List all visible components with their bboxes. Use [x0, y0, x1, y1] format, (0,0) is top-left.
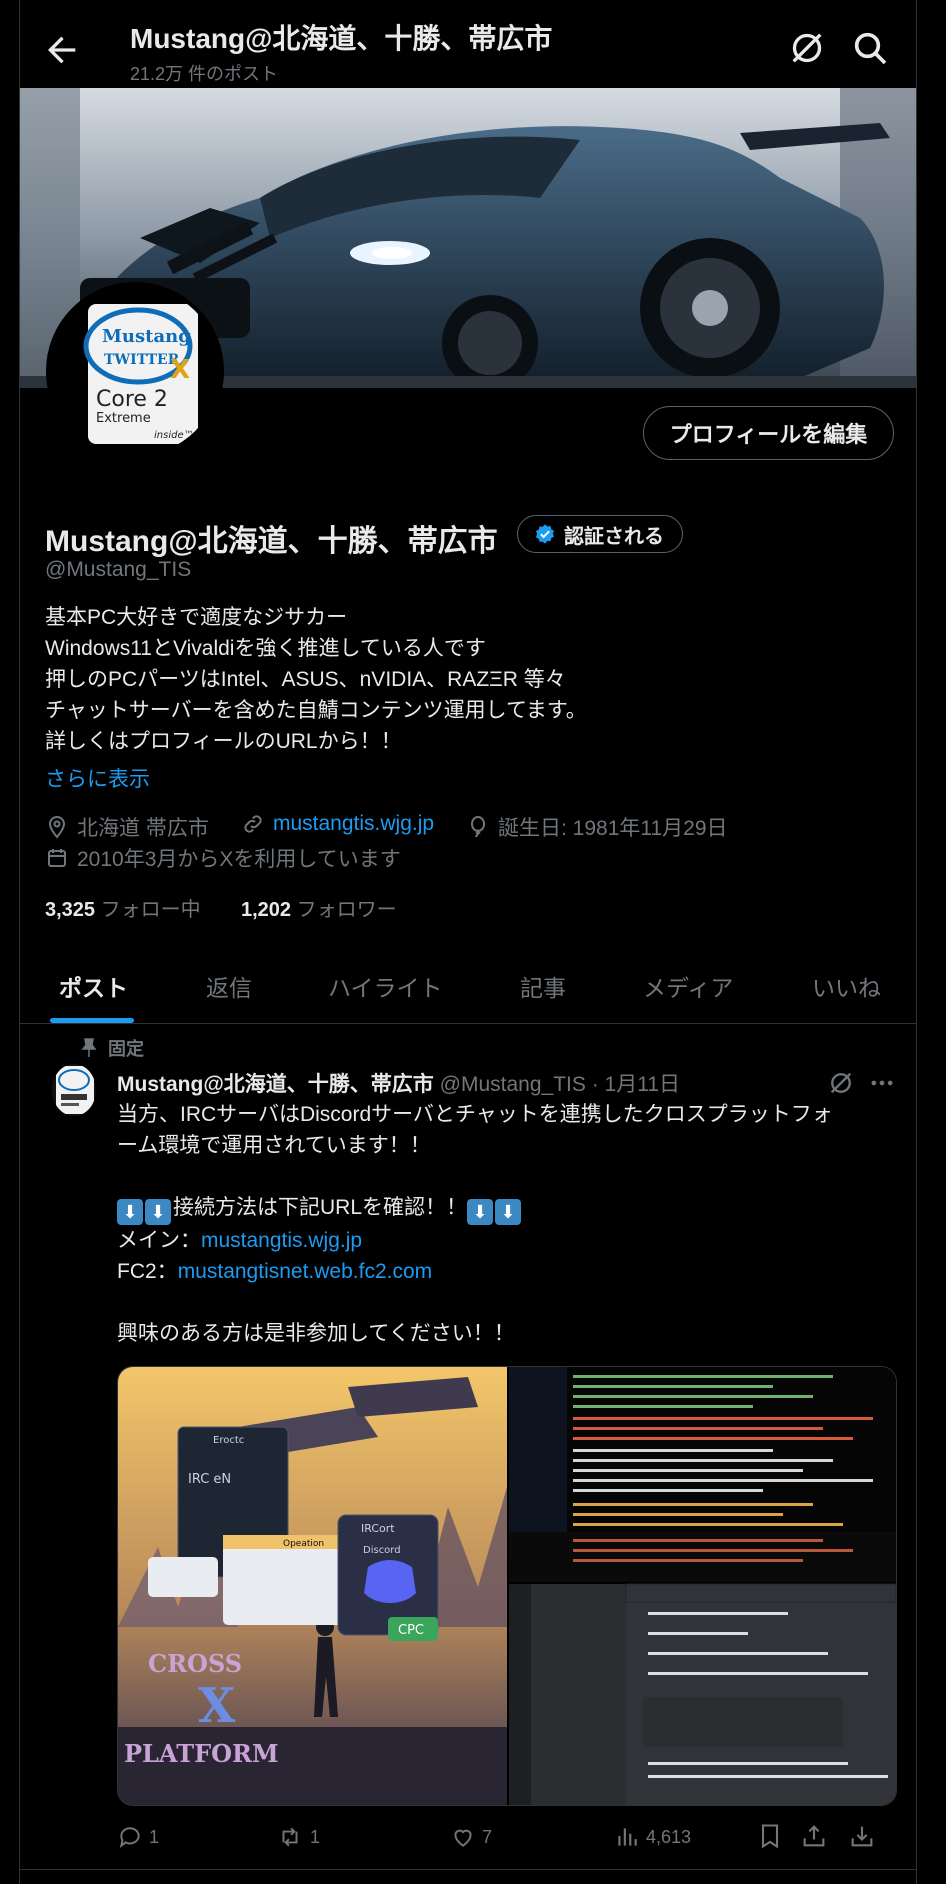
profile-website: mustangtis.wjg.jp [241, 812, 434, 836]
post-author-name[interactable]: Mustang@北海道、十勝、帯広市 [117, 1073, 434, 1096]
like-count: 7 [482, 1826, 493, 1847]
fc2-url-link[interactable]: mustangtisnet.web.fc2.com [178, 1260, 432, 1283]
share-icon[interactable] [800, 1822, 828, 1850]
post-media[interactable]: Eroctc IRC eN Opeation IRCort Discord CP… [117, 1366, 897, 1806]
profile-birthday: 誕生日: 1981年11月29日 [466, 812, 728, 842]
post-author-avatar[interactable] [52, 1064, 96, 1116]
svg-text:inside™: inside™ [154, 430, 194, 441]
views-count: 4,613 [646, 1826, 692, 1847]
down-arrow-emoji-icon: ⬇ [495, 1199, 522, 1225]
verified-badge-button[interactable]: 認証される [517, 515, 683, 553]
search-icon[interactable] [850, 28, 890, 68]
post-author-line: Mustang@北海道、十勝、帯広市 @Mustang_TIS · 1月11日 [117, 1068, 680, 1098]
down-arrow-emoji-icon: ⬇ [467, 1199, 494, 1225]
link-icon [244, 815, 262, 833]
post-avatar-logo-image [56, 1066, 94, 1114]
repost-count: 1 [310, 1826, 321, 1847]
grok-explain-icon[interactable] [827, 1069, 855, 1097]
following-link[interactable]: 3,325 フォロー中 [45, 893, 201, 922]
calendar-icon [48, 849, 66, 867]
followers-count: 1,202 [241, 899, 292, 921]
svg-text:Discord: Discord [363, 1545, 401, 1556]
following-label: フォロー中 [100, 899, 201, 921]
verified-label: 認証される [564, 525, 664, 548]
main-url-link[interactable]: mustangtis.wjg.jp [201, 1229, 362, 1252]
svg-text:X: X [198, 1678, 236, 1734]
bio-line: 押しのPCパーツはIntel、ASUS、nVIDIA、RAZΞR 等々 [45, 668, 566, 691]
post-divider [20, 1869, 916, 1870]
tab-articles[interactable]: 記事 [520, 969, 566, 1003]
svg-text:CROSS: CROSS [148, 1649, 242, 1678]
website-link[interactable]: mustangtis.wjg.jp [273, 812, 434, 836]
tab-replies[interactable]: 返信 [206, 969, 252, 1003]
profile-tabs: ポスト 返信 ハイライト 記事 メディア いいね [20, 955, 916, 1024]
tab-media[interactable]: メディア [643, 969, 733, 1003]
pin-icon [81, 1038, 97, 1057]
pinned-indicator: 固定 [80, 1035, 144, 1061]
bookmark-icon[interactable] [756, 1822, 784, 1850]
profile-avatar[interactable]: Mustang TWITTER X Core 2 Extreme inside™ [46, 282, 224, 460]
reply-icon [119, 1827, 140, 1848]
more-options-icon[interactable] [868, 1069, 896, 1097]
bio-line: 詳しくはプロフィールのURLから！！ [45, 730, 402, 753]
svg-text:Core 2: Core 2 [96, 387, 168, 412]
following-count: 3,325 [45, 899, 96, 921]
grok-icon[interactable] [787, 28, 827, 68]
reply-button[interactable]: 1 [117, 1824, 159, 1850]
profile-location: 北海道 帯広市 [45, 812, 209, 842]
download-icon[interactable] [848, 1822, 876, 1850]
svg-text:Mustang: Mustang [102, 326, 191, 347]
intel-core2-logo-image: Mustang TWITTER X Core 2 Extreme inside™ [50, 286, 220, 456]
profile-joined: 2010年3月からXを利用しています [45, 843, 401, 873]
analytics-icon [618, 1828, 637, 1846]
location-pin-icon [48, 815, 66, 839]
post-text: 当方、IRCサーバはDiscordサーバとチャットを連携したクロスプラットフォ … [117, 1099, 907, 1349]
show-more-link[interactable]: さらに表示 [45, 763, 150, 793]
top-header: Mustang@北海道、十勝、帯広市 21.2万 件のポスト [20, 0, 916, 88]
profile-name: Mustang@北海道、十勝、帯広市 [45, 525, 498, 558]
profile-bio: 基本PC大好きで適度なジサカー Windows11とVivaldiを強く推進して… [45, 602, 587, 757]
like-button[interactable]: 7 [450, 1824, 492, 1850]
post-media-image: Eroctc IRC eN Opeation IRCort Discord CP… [118, 1367, 896, 1805]
edit-profile-button[interactable]: プロフィールを編集 [643, 406, 894, 460]
post-connect-line: ⬇ ⬇ 接続方法は下記URLを確認！！ ⬇ ⬇ [117, 1192, 907, 1225]
svg-text:IRCort: IRCort [361, 1522, 395, 1535]
repost-button[interactable]: 1 [276, 1824, 320, 1850]
repost-icon [282, 1827, 298, 1847]
main-column: Mustang@北海道、十勝、帯広市 21.2万 件のポスト Mustang T… [19, 0, 917, 1884]
svg-text:Eroctc: Eroctc [213, 1435, 244, 1446]
post-count: 21.2万 件のポスト [130, 64, 279, 84]
bio-line: Windows11とVivaldiを強く推進している人です [45, 637, 486, 660]
followers-link[interactable]: 1,202 フォロワー [241, 893, 397, 922]
svg-text:CPC: CPC [398, 1623, 424, 1638]
balloon-icon [471, 816, 485, 838]
down-arrow-emoji-icon: ⬇ [117, 1199, 143, 1225]
active-tab-indicator [50, 1018, 134, 1023]
profile-handle: @Mustang_TIS [45, 558, 192, 581]
tab-likes[interactable]: いいね [812, 969, 881, 1003]
tab-highlights[interactable]: ハイライト [328, 969, 443, 1003]
heart-icon [454, 1829, 472, 1847]
svg-text:Extreme: Extreme [96, 411, 151, 426]
bio-line: 基本PC大好きで適度なジサカー [45, 606, 348, 629]
svg-text:Opeation: Opeation [283, 1539, 324, 1549]
down-arrow-emoji-icon: ⬇ [145, 1199, 171, 1225]
verified-check-icon [536, 524, 554, 544]
header-title: Mustang@北海道、十勝、帯広市 [130, 23, 553, 54]
followers-label: フォロワー [296, 899, 397, 921]
tab-posts[interactable]: ポスト [59, 969, 128, 1003]
svg-text:X: X [170, 355, 190, 385]
views-button[interactable]: 4,613 [614, 1824, 691, 1850]
svg-text:PLATFORM: PLATFORM [124, 1739, 279, 1768]
post-author-handle-date[interactable]: @Mustang_TIS · 1月11日 [440, 1073, 680, 1096]
reply-count: 1 [149, 1826, 160, 1847]
back-arrow-icon[interactable] [42, 30, 82, 70]
svg-text:TWITTER: TWITTER [104, 352, 180, 368]
bio-line: チャットサーバーを含めた自鯖コンテンツ運用してます。 [45, 699, 587, 722]
svg-text:IRC eN: IRC eN [188, 1472, 231, 1487]
